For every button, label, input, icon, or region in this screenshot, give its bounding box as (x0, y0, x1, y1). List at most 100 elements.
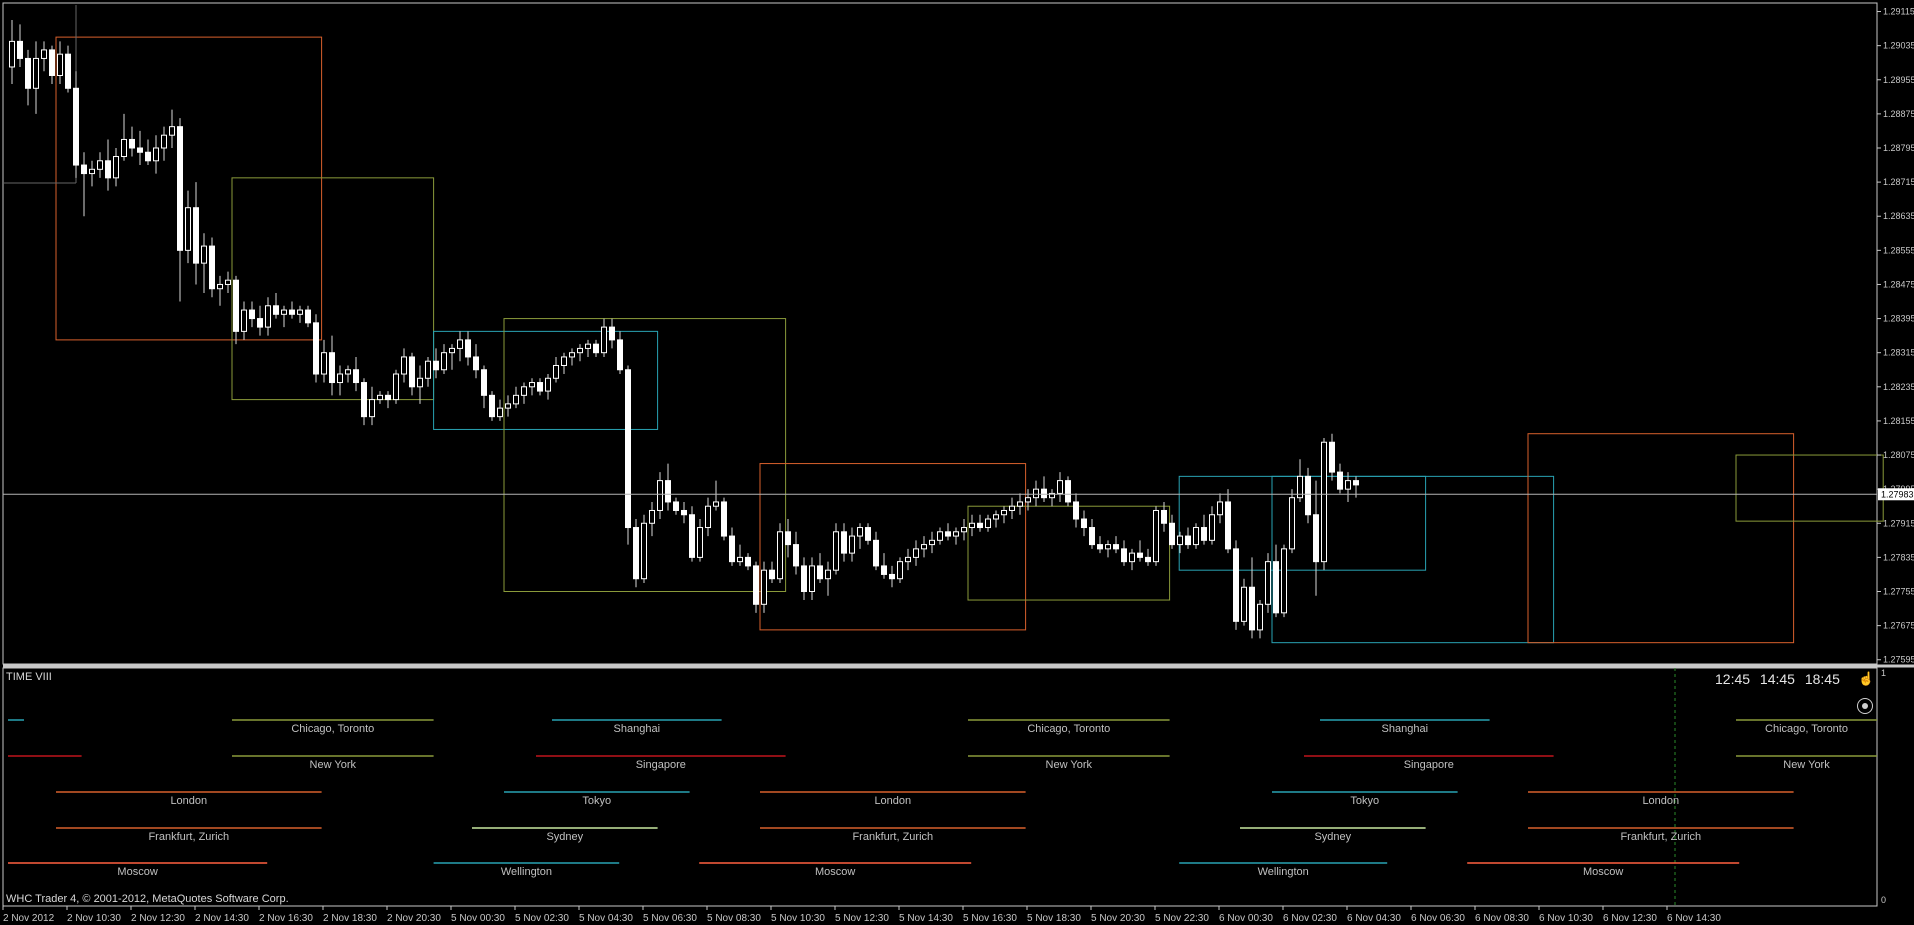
bull-candle[interactable] (985, 518, 991, 529)
indicator-close-icon[interactable]: ☝ (1858, 672, 1874, 686)
bear-candle[interactable] (1329, 441, 1335, 473)
bear-candle[interactable] (753, 565, 759, 605)
bear-candle[interactable] (1313, 514, 1319, 563)
bull-candle[interactable] (97, 160, 103, 170)
bear-candle[interactable] (73, 87, 79, 166)
bull-candle[interactable] (9, 40, 15, 68)
bear-candle[interactable] (689, 514, 695, 558)
bull-candle[interactable] (913, 548, 919, 558)
bear-candle[interactable] (593, 343, 599, 354)
bear-candle[interactable] (1273, 561, 1279, 614)
bull-candle[interactable] (33, 57, 39, 89)
bull-candle[interactable] (169, 126, 175, 136)
bull-candle[interactable] (833, 531, 839, 571)
bear-candle[interactable] (881, 565, 887, 575)
bear-candle[interactable] (1305, 475, 1311, 516)
bull-candle[interactable] (281, 309, 287, 315)
bull-candle[interactable] (1009, 505, 1015, 511)
bull-candle[interactable] (505, 403, 511, 409)
bear-candle[interactable] (1097, 544, 1103, 550)
bear-candle[interactable] (289, 309, 295, 315)
bear-candle[interactable] (25, 57, 31, 89)
bull-candle[interactable] (113, 156, 119, 179)
bear-candle[interactable] (665, 480, 671, 503)
bull-candle[interactable] (705, 505, 711, 529)
bear-candle[interactable] (489, 394, 495, 418)
bull-candle[interactable] (905, 556, 911, 563)
bull-candle[interactable] (1345, 480, 1351, 490)
bear-candle[interactable] (129, 138, 135, 149)
bull-candle[interactable] (457, 339, 463, 349)
bull-candle[interactable] (393, 373, 399, 401)
bear-candle[interactable] (329, 352, 335, 384)
bull-candle[interactable] (185, 207, 191, 251)
chart-canvas[interactable]: 1.29115 1.29035 1.28955 1.28875 1.28795 1.287… (0, 0, 1914, 925)
bear-candle[interactable] (1089, 527, 1095, 546)
bull-candle[interactable] (1017, 501, 1023, 507)
bear-candle[interactable] (721, 501, 727, 537)
bull-candle[interactable] (41, 49, 47, 59)
bear-candle[interactable] (177, 126, 183, 251)
bear-candle[interactable] (49, 49, 55, 76)
bull-candle[interactable] (849, 535, 855, 554)
bear-candle[interactable] (609, 326, 615, 341)
bear-candle[interactable] (1201, 527, 1207, 541)
bear-candle[interactable] (353, 369, 359, 384)
bull-candle[interactable] (697, 527, 703, 558)
bear-candle[interactable] (817, 565, 823, 580)
bear-candle[interactable] (873, 539, 879, 567)
bear-candle[interactable] (137, 147, 143, 153)
bull-candle[interactable] (1321, 441, 1327, 563)
bull-candle[interactable] (897, 561, 903, 580)
bear-candle[interactable] (977, 522, 983, 529)
bull-candle[interactable] (929, 539, 935, 546)
bull-candle[interactable] (1241, 586, 1247, 622)
bear-candle[interactable] (889, 573, 895, 580)
bear-candle[interactable] (1233, 548, 1239, 622)
bear-candle[interactable] (305, 309, 311, 324)
bull-candle[interactable] (961, 527, 967, 533)
bear-candle[interactable] (257, 318, 263, 328)
bull-candle[interactable] (1177, 535, 1183, 546)
bear-candle[interactable] (145, 151, 151, 162)
bull-candle[interactable] (369, 399, 375, 418)
bull-candle[interactable] (713, 501, 719, 507)
bull-candle[interactable] (321, 352, 327, 375)
bear-candle[interactable] (361, 382, 367, 418)
bear-candle[interactable] (793, 544, 799, 567)
target-icon[interactable] (1857, 698, 1873, 714)
bull-candle[interactable] (545, 377, 551, 392)
bull-candle[interactable] (345, 369, 351, 375)
bull-candle[interactable] (265, 305, 271, 328)
bull-candle[interactable] (337, 373, 343, 384)
bull-candle[interactable] (201, 245, 207, 264)
bear-candle[interactable] (841, 531, 847, 554)
bear-candle[interactable] (65, 53, 71, 89)
bear-candle[interactable] (249, 309, 255, 320)
bear-candle[interactable] (681, 509, 687, 516)
bear-candle[interactable] (1249, 586, 1255, 631)
bull-candle[interactable] (297, 309, 303, 315)
bull-candle[interactable] (657, 480, 663, 511)
bear-candle[interactable] (209, 245, 215, 290)
bull-candle[interactable] (1033, 488, 1039, 499)
bull-candle[interactable] (1265, 561, 1271, 605)
bear-candle[interactable] (617, 339, 623, 371)
bear-candle[interactable] (473, 356, 479, 371)
bear-candle[interactable] (865, 527, 871, 541)
bull-candle[interactable] (529, 382, 535, 388)
bear-candle[interactable] (273, 305, 279, 315)
bull-candle[interactable] (601, 326, 607, 354)
bull-candle[interactable] (121, 138, 127, 158)
bear-candle[interactable] (1081, 518, 1087, 529)
bear-candle[interactable] (1137, 552, 1143, 558)
bear-candle[interactable] (1353, 480, 1359, 486)
bear-candle[interactable] (17, 40, 23, 59)
bull-candle[interactable] (1257, 603, 1263, 631)
bull-candle[interactable] (513, 394, 519, 405)
bull-candle[interactable] (497, 407, 503, 418)
bull-candle[interactable] (1001, 509, 1007, 516)
bear-candle[interactable] (745, 556, 751, 567)
bear-candle[interactable] (625, 369, 631, 529)
bear-candle[interactable] (945, 531, 951, 537)
